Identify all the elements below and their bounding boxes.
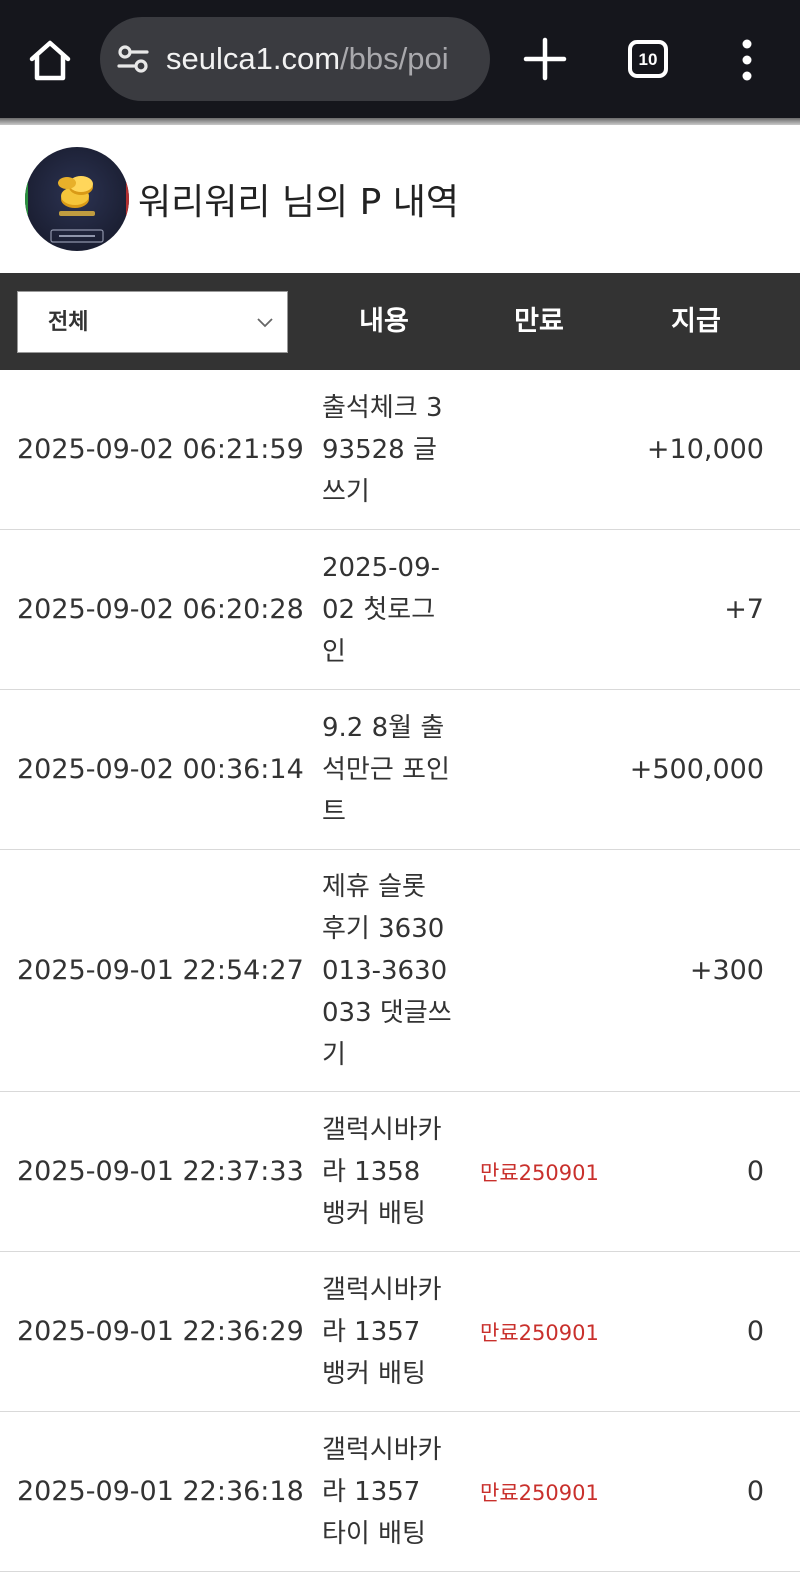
row-content: 제휴 슬롯 후기 3630013-3630033 댓글쓰기: [322, 871, 452, 1070]
row-amount: +300: [689, 955, 764, 986]
toolbar-divider: [0, 118, 800, 125]
row-content: 갤럭시바카라 1357 뱅커 배팅: [322, 1274, 442, 1389]
table-row: 2025-09-01 22:37:33 갤럭시바카라 1358 뱅커 배팅 만료…: [0, 1092, 800, 1252]
more-vert-icon[interactable]: [736, 38, 758, 82]
table-row: 2025-09-02 06:20:28 2025-09-02 첫로그인 +7: [0, 530, 800, 690]
row-expire: 만료250901: [480, 1480, 599, 1505]
table-header: 전체 내용 만료 지급: [0, 273, 800, 370]
row-content: 갤럭시바카라 1357 타이 배팅: [322, 1434, 442, 1549]
point-history-list: 2025-09-02 06:21:59 출석체크 393528 글쓰기 +10,…: [0, 370, 800, 1572]
plus-icon[interactable]: [522, 36, 568, 82]
home-icon[interactable]: [22, 32, 78, 88]
table-row: 2025-09-01 22:36:18 갤럭시바카라 1357 타이 배팅 만료…: [0, 1412, 800, 1572]
row-content-cell: 9.2 8월 출석만근 포인트: [322, 690, 452, 849]
profile-header: 워리워리 님의 P 내역: [0, 125, 800, 273]
row-amount: 0: [746, 1156, 764, 1187]
filter-value: 전체: [48, 310, 89, 335]
tab-switcher-icon[interactable]: 10: [628, 40, 668, 78]
row-date: 2025-09-02 00:36:14: [17, 754, 304, 785]
row-content-cell: 출석체크 393528 글쓰기: [322, 370, 452, 529]
row-date: 2025-09-01 22:36:18: [17, 1476, 304, 1507]
row-expire: 만료250901: [480, 1320, 599, 1345]
table-row: 2025-09-01 22:54:27 제휴 슬롯 후기 3630013-363…: [0, 850, 800, 1092]
row-date: 2025-09-01 22:36:29: [17, 1316, 304, 1347]
url-text[interactable]: seulca1.com/bbs/poi: [166, 17, 449, 101]
address-bar[interactable]: seulca1.com/bbs/poi: [100, 17, 490, 101]
row-content-cell: 2025-09-02 첫로그인: [322, 530, 452, 689]
row-amount: +10,000: [646, 434, 764, 465]
table-row: 2025-09-02 00:36:14 9.2 8월 출석만근 포인트 +500…: [0, 690, 800, 850]
row-content-cell: 제휴 슬롯 후기 3630013-3630033 댓글쓰기: [322, 850, 452, 1091]
coins-image: [25, 176, 129, 243]
row-date: 2025-09-01 22:37:33: [17, 1156, 304, 1187]
filter-select[interactable]: 전체: [17, 291, 288, 353]
row-date: 2025-09-02 06:20:28: [17, 594, 304, 625]
site-settings-icon[interactable]: [116, 42, 150, 76]
row-content-cell: 갤럭시바카라 1357 뱅커 배팅: [322, 1252, 452, 1411]
chevron-down-icon: [257, 318, 273, 328]
row-content: 갤럭시바카라 1358 뱅커 배팅: [322, 1114, 442, 1229]
row-amount: 0: [746, 1316, 764, 1347]
row-amount: +7: [724, 594, 764, 625]
url-path: /bbs/poi: [340, 41, 449, 76]
row-content: 출석체크 393528 글쓰기: [322, 392, 443, 507]
row-content-cell: 갤럭시바카라 1358 뱅커 배팅: [322, 1092, 452, 1251]
row-content-cell: 갤럭시바카라 1357 타이 배팅: [322, 1412, 452, 1571]
row-date: 2025-09-02 06:21:59: [17, 434, 304, 465]
row-amount: 0: [746, 1476, 764, 1507]
column-header-expire: 만료: [514, 306, 564, 337]
row-date: 2025-09-01 22:54:27: [17, 955, 304, 986]
row-expire: 만료250901: [480, 1160, 599, 1185]
row-content: 9.2 8월 출석만근 포인트: [322, 712, 450, 827]
url-host: seulca1.com: [166, 41, 341, 76]
table-row: 2025-09-01 22:36:29 갤럭시바카라 1357 뱅커 배팅 만료…: [0, 1252, 800, 1412]
browser-toolbar: seulca1.com/bbs/poi 10: [0, 0, 800, 118]
column-header-content: 내용: [359, 306, 409, 337]
column-header-grant: 지급: [671, 306, 721, 337]
row-content: 2025-09-02 첫로그인: [322, 552, 441, 667]
avatar: [25, 147, 129, 251]
page-title: 워리워리 님의 P 내역: [138, 182, 459, 223]
row-amount: +500,000: [629, 754, 764, 785]
table-row: 2025-09-02 06:21:59 출석체크 393528 글쓰기 +10,…: [0, 370, 800, 530]
